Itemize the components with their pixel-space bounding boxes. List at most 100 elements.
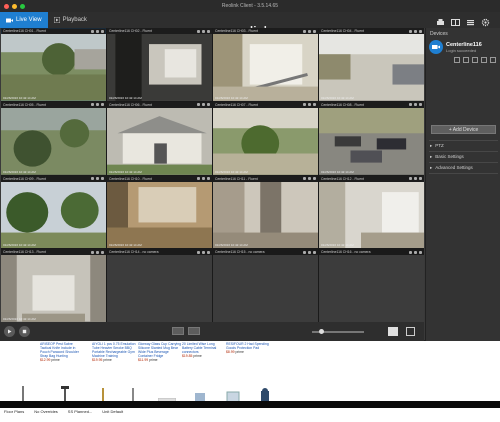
fullscreen-icon[interactable]: [101, 250, 104, 254]
snapshot-icon[interactable]: [197, 177, 200, 180]
record-icon[interactable]: [414, 29, 417, 33]
snapshot-icon[interactable]: [409, 177, 412, 180]
browser-tab[interactable]: SS Planned...: [68, 409, 92, 414]
camera-feed[interactable]: [213, 255, 318, 322]
camera-feed[interactable]: [1, 107, 106, 175]
add-device-button[interactable]: + Add Device: [431, 125, 496, 134]
camera-tile[interactable]: Centerline116 CH02 - Fluent 01/26/2016 10…: [107, 28, 212, 101]
camera-tile[interactable]: Centerline116 CH08 - Fluent 01/26/2016 10…: [319, 101, 424, 175]
browser-tab[interactable]: Unit Default: [102, 409, 123, 414]
camera-feed[interactable]: [319, 181, 424, 249]
fullscreen-icon[interactable]: [207, 250, 210, 254]
record-icon[interactable]: [96, 29, 99, 33]
fullscreen-icon[interactable]: [419, 103, 422, 107]
record-icon[interactable]: [96, 177, 99, 180]
device-share-icon[interactable]: [490, 57, 496, 63]
camera-feed[interactable]: [107, 255, 212, 322]
device-alarm-icon[interactable]: [481, 57, 487, 63]
device-info-icon[interactable]: [472, 57, 478, 63]
record-icon[interactable]: [414, 250, 417, 254]
fullscreen-icon[interactable]: [207, 103, 210, 107]
record-icon[interactable]: [202, 177, 205, 180]
camera-tile[interactable]: Centerline116 CH14 - no camera: [107, 249, 212, 322]
camera-feed[interactable]: [213, 107, 318, 175]
ad-item[interactable]: RESIFOUR 2 Had Spending Goods Protection…: [226, 342, 270, 354]
snapshot-icon[interactable]: [197, 250, 200, 254]
camera-feed[interactable]: [1, 34, 106, 101]
fullscreen-icon[interactable]: [101, 29, 104, 33]
snapshot-icon[interactable]: [91, 250, 94, 254]
camera-feed[interactable]: [107, 181, 212, 249]
section-basic-settings[interactable]: ▸ Basic Settings: [430, 154, 464, 160]
snapshot-icon[interactable]: [409, 103, 412, 107]
section-advanced-settings[interactable]: ▸ Advanced Settings: [430, 165, 473, 171]
fullscreen-icon[interactable]: [419, 177, 422, 180]
snapshot-icon[interactable]: [197, 29, 200, 33]
fullscreen-icon[interactable]: [207, 177, 210, 180]
snapshot-icon[interactable]: [303, 29, 306, 33]
snapshot-icon[interactable]: [409, 29, 412, 33]
gear-icon[interactable]: [481, 14, 490, 27]
camera-feed[interactable]: [213, 181, 318, 249]
camera-tile[interactable]: Centerline116 CH15 - no camera: [213, 249, 318, 322]
record-icon[interactable]: [308, 29, 311, 33]
fullscreen-icon[interactable]: [419, 29, 422, 33]
record-icon[interactable]: [202, 103, 205, 107]
record-icon[interactable]: [414, 177, 417, 180]
snapshot-icon[interactable]: [91, 29, 94, 33]
section-ptz[interactable]: ▸ PTZ: [430, 143, 444, 149]
fullscreen-icon[interactable]: [313, 29, 316, 33]
camera-feed[interactable]: [319, 34, 424, 101]
camera-tile[interactable]: Centerline116 CH11 - Fluent 01/26/2016 10…: [213, 175, 318, 249]
camera-tile[interactable]: Centerline116 CH01 - Fluent 01/26/2016 10…: [1, 28, 106, 101]
volume-slider-knob[interactable]: [319, 329, 324, 334]
camera-feed[interactable]: [213, 34, 318, 101]
camera-feed[interactable]: [1, 181, 106, 249]
record-icon[interactable]: [96, 103, 99, 107]
camera-tile[interactable]: Centerline116 CH05 - Fluent 01/26/2016 10…: [1, 101, 106, 175]
list-icon[interactable]: [466, 14, 475, 26]
ad-item[interactable]: Glorway Glass Cup Carrying Silicone Slan…: [138, 342, 182, 362]
camera-feed[interactable]: [319, 107, 424, 175]
clear-stream-button[interactable]: [172, 327, 184, 335]
fullscreen-icon[interactable]: [419, 250, 422, 254]
browser-tab[interactable]: Floor Plans: [4, 409, 24, 414]
camera-feed[interactable]: [1, 255, 106, 322]
record-icon[interactable]: [202, 250, 205, 254]
camera-feed[interactable]: [107, 107, 212, 175]
camera-feed[interactable]: [107, 34, 212, 101]
ad-item[interactable]: 20 Limited Wise Long Battery Cable Termi…: [182, 342, 226, 358]
camera-feed[interactable]: [319, 255, 424, 322]
fullscreen-icon[interactable]: [313, 177, 316, 180]
camera-tile[interactable]: Centerline116 CH09 - Fluent 01/26/2016 10…: [1, 175, 106, 249]
record-icon[interactable]: [308, 177, 311, 180]
camera-tile[interactable]: Centerline116 CH12 - Fluent 01/26/2016 10…: [319, 175, 424, 249]
snapshot-icon[interactable]: [303, 250, 306, 254]
fullscreen-icon[interactable]: [207, 29, 210, 33]
browser-tab[interactable]: No Overrides: [34, 409, 58, 414]
device-record-icon[interactable]: [463, 57, 469, 63]
fullscreen-icon[interactable]: [313, 103, 316, 107]
record-icon[interactable]: [202, 29, 205, 33]
camera-tile[interactable]: Centerline116 CH07 - Fluent 01/26/2016 10…: [213, 101, 318, 175]
print-icon[interactable]: [436, 14, 445, 25]
fullscreen-icon[interactable]: [313, 250, 316, 254]
snapshot-icon[interactable]: [91, 177, 94, 180]
camera-tile[interactable]: Centerline116 CH04 - Fluent 01/26/2016 10…: [319, 28, 424, 101]
camera-tile[interactable]: Centerline116 CH10 - Fluent 01/26/2016 10…: [107, 175, 212, 249]
record-icon[interactable]: [96, 250, 99, 254]
snapshot-icon[interactable]: [197, 103, 200, 107]
tab-playback[interactable]: Playback: [48, 12, 93, 28]
fullscreen-button[interactable]: [406, 327, 415, 336]
device-settings-icon[interactable]: [454, 57, 460, 63]
device-item[interactable]: Centerline116 Login succeeded: [429, 40, 497, 54]
camera-tile[interactable]: Centerline116 CH03 - Fluent 01/26/2016 10…: [213, 28, 318, 101]
snapshot-icon[interactable]: [91, 103, 94, 107]
record-icon[interactable]: [414, 103, 417, 107]
camera-tile[interactable]: Centerline116 CH13 - Fluent 01/26/2016 10…: [1, 249, 106, 322]
snapshot-icon[interactable]: [409, 250, 412, 254]
ad-item[interactable]: AIYOLI 1 pcs 0.75 Emulation Tube Heavier…: [92, 342, 136, 362]
snapshot-icon[interactable]: [303, 177, 306, 180]
grid-layout-button[interactable]: [388, 327, 398, 336]
record-icon[interactable]: [308, 103, 311, 107]
